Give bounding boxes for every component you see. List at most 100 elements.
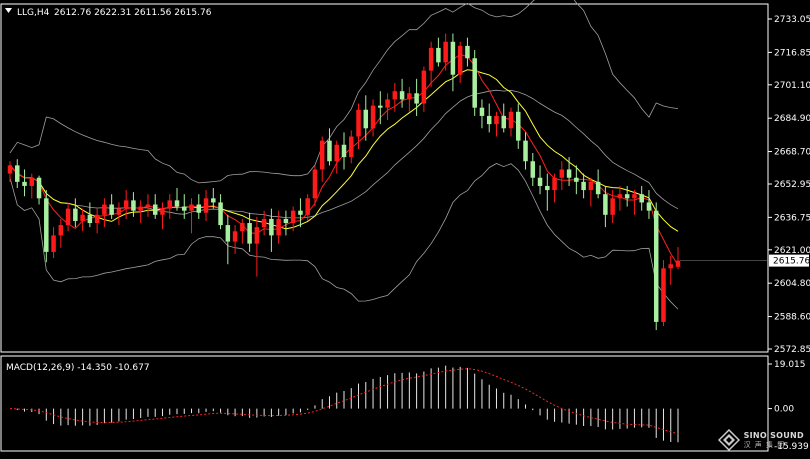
candle-body xyxy=(94,214,100,224)
candle-body xyxy=(675,260,681,267)
candle-body xyxy=(131,200,136,211)
candle-body xyxy=(298,210,303,215)
candle-body xyxy=(617,194,623,199)
candle-body xyxy=(668,264,673,269)
candle-body xyxy=(152,204,158,215)
price-tick-label: 2668.70 xyxy=(774,148,810,158)
candle-body xyxy=(102,204,107,215)
candle-body xyxy=(552,177,557,191)
candle-body xyxy=(501,115,506,129)
candle-body xyxy=(378,105,383,108)
ohlc-readout: 2612.76 2622.31 2611.56 2615.76 xyxy=(54,8,212,18)
candle-body xyxy=(211,198,216,203)
candle-body xyxy=(516,111,521,141)
trading-terminal: 2733.05 2716.85 2701.10 2684.90 2668.70 2652.… xyxy=(0,0,810,455)
candle-body xyxy=(407,93,412,100)
price-tick-label: 2716.85 xyxy=(774,48,810,58)
candle-body xyxy=(73,208,78,221)
candle-body xyxy=(276,218,281,236)
price-tick-label: 2733.05 xyxy=(774,15,810,25)
candle-body xyxy=(319,140,325,170)
candle-body xyxy=(305,198,310,215)
candle-body xyxy=(254,227,260,244)
candle-body xyxy=(349,136,354,158)
candle-body xyxy=(80,214,85,221)
candle-body xyxy=(545,185,550,191)
candle-body xyxy=(465,45,470,59)
candle-body xyxy=(530,161,536,178)
price-tick-label: 2604.80 xyxy=(774,279,810,289)
candle-body xyxy=(290,210,296,224)
candle-body xyxy=(436,47,441,63)
candle-body xyxy=(595,181,601,195)
symbol-label: LLG,H4 xyxy=(17,8,50,18)
candle-body xyxy=(479,107,485,116)
candle-body xyxy=(443,41,448,63)
candle-body xyxy=(87,214,93,224)
candle-body xyxy=(428,47,434,71)
price-tick-label: 2684.90 xyxy=(774,114,810,124)
candle-body xyxy=(182,206,187,211)
candle-body xyxy=(508,111,514,129)
candle-body xyxy=(523,140,528,162)
candle-body xyxy=(44,198,49,252)
watermark-brand: SINO SOUND xyxy=(743,430,804,440)
watermark-cn: 汉 声 集 团 xyxy=(743,440,786,449)
candle-body xyxy=(632,194,637,199)
candle-body xyxy=(145,204,151,207)
watermark: SINO SOUND 汉 声 集 团 xyxy=(717,429,804,451)
candle-body xyxy=(196,204,202,213)
candle-body xyxy=(537,177,543,186)
candle-body xyxy=(327,140,332,162)
candle-body xyxy=(232,231,238,242)
candle-body xyxy=(240,223,245,232)
candle-body xyxy=(341,144,347,158)
price-tick-label: 2588.60 xyxy=(774,313,810,323)
candle-body xyxy=(218,202,223,226)
price-tick-label: 2572.85 xyxy=(774,345,810,355)
price-tick-label: 2652.95 xyxy=(774,180,810,190)
candle-body xyxy=(334,144,339,162)
candle-body xyxy=(414,93,419,104)
candle-body xyxy=(138,206,143,211)
candle-body xyxy=(22,181,27,186)
candle-body xyxy=(486,115,492,125)
candle-body xyxy=(15,165,20,182)
candle-body xyxy=(399,91,405,100)
candle-body xyxy=(203,198,209,213)
dropdown-arrow-icon[interactable] xyxy=(5,8,12,13)
candle-body xyxy=(603,194,608,215)
candle-body xyxy=(574,177,579,182)
price-tick-label: 2636.75 xyxy=(774,213,810,223)
macd-tick-label: 0.00 xyxy=(774,405,794,415)
candle-body xyxy=(566,169,572,178)
candle-body xyxy=(269,218,274,236)
candle-body xyxy=(174,200,180,207)
candle-body xyxy=(610,198,615,215)
macd-signal-line xyxy=(9,368,679,435)
main-chart-frame xyxy=(0,3,769,353)
candle-body xyxy=(363,109,369,129)
candle-body xyxy=(7,165,13,174)
candle-body xyxy=(283,218,289,224)
candle-body xyxy=(116,208,122,215)
candle-body xyxy=(581,181,586,191)
candle-body xyxy=(225,225,231,242)
price-chart[interactable]: 2733.05 2716.85 2701.10 2684.90 2668.70 2652.… xyxy=(0,0,810,455)
candle-body xyxy=(457,45,463,75)
candle-body xyxy=(65,208,71,226)
candle-body xyxy=(123,200,129,209)
candle-body xyxy=(421,70,427,104)
candle-body xyxy=(29,177,35,186)
candle-body xyxy=(385,99,390,108)
candle-body xyxy=(312,169,318,199)
candle-body xyxy=(167,200,172,209)
candle-body xyxy=(494,115,499,125)
candle-body xyxy=(559,169,565,178)
sinosound-logo-icon xyxy=(717,429,740,451)
bollinger-lower-line xyxy=(9,163,679,310)
candle-body xyxy=(247,223,252,244)
candle-body xyxy=(189,204,194,211)
candle-body xyxy=(356,109,361,137)
candle-body xyxy=(51,235,56,252)
